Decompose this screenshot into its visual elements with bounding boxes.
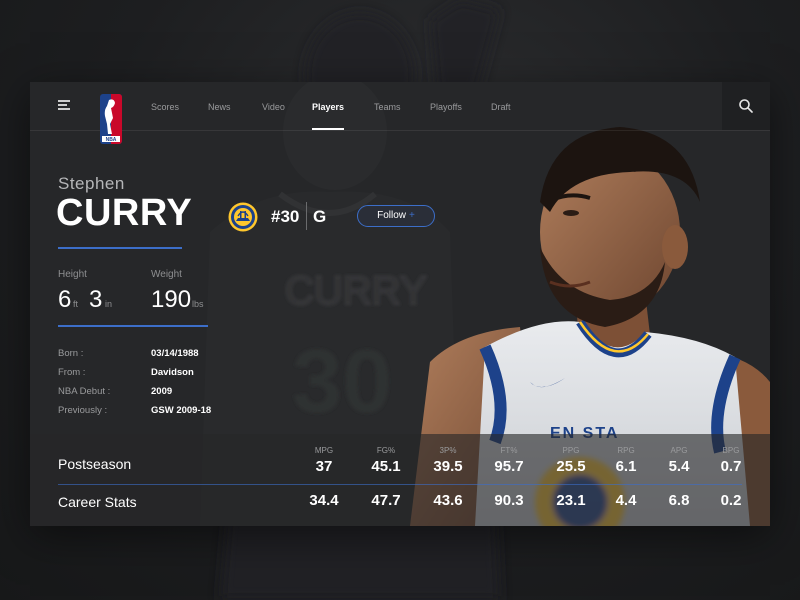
previously-label: Previously : bbox=[58, 405, 108, 416]
nba-debut-value: 2009 bbox=[151, 386, 173, 397]
postseason-3p: 39.5 bbox=[433, 458, 463, 475]
career-apg: 6.8 bbox=[668, 492, 690, 509]
nav-players[interactable]: Players bbox=[312, 102, 344, 112]
stat-header-apg: APG bbox=[670, 446, 688, 455]
search-button[interactable] bbox=[722, 82, 770, 130]
plus-icon: + bbox=[409, 210, 415, 221]
born-value: 03/14/1988 bbox=[151, 348, 199, 359]
name-underline bbox=[58, 247, 182, 249]
stats-row-label-postseason: Postseason bbox=[58, 456, 132, 472]
follow-label: Follow bbox=[377, 210, 407, 221]
height-inches: 3 bbox=[89, 286, 103, 313]
player-first-name: Stephen bbox=[58, 174, 125, 193]
top-navbar: NBA Scores News Video Players Teams Play… bbox=[30, 82, 770, 144]
stats-row-divider bbox=[58, 484, 742, 485]
weight-value: 190 bbox=[151, 286, 192, 313]
height-inches-unit: in bbox=[105, 299, 113, 309]
nav-scores[interactable]: Scores bbox=[151, 102, 179, 112]
born-label: Born : bbox=[58, 348, 84, 359]
nav-video[interactable]: Video bbox=[262, 102, 285, 112]
warriors-badge-icon[interactable] bbox=[228, 202, 258, 232]
player-position: G bbox=[313, 207, 327, 226]
weight-label: Weight bbox=[151, 269, 182, 280]
from-label: From : bbox=[58, 367, 86, 378]
postseason-fg: 45.1 bbox=[371, 458, 401, 475]
career-ft: 90.3 bbox=[494, 492, 524, 509]
career-ppg: 23.1 bbox=[556, 492, 586, 509]
postseason-mpg: 37 bbox=[315, 458, 333, 475]
postseason-apg: 5.4 bbox=[668, 458, 690, 475]
player-last-name: CURRY bbox=[56, 192, 193, 234]
postseason-ft: 95.7 bbox=[494, 458, 524, 475]
stat-header-3p: 3P% bbox=[439, 446, 457, 455]
stat-header-mpg: MPG bbox=[314, 446, 334, 455]
stat-header-ft: FT% bbox=[500, 446, 518, 455]
menu-icon[interactable] bbox=[58, 100, 70, 110]
height-feet: 6 bbox=[58, 286, 72, 313]
nav-news[interactable]: News bbox=[208, 102, 231, 112]
career-3p: 43.6 bbox=[433, 492, 463, 509]
career-mpg: 34.4 bbox=[309, 492, 339, 509]
career-rpg: 4.4 bbox=[615, 492, 637, 509]
nav-draft[interactable]: Draft bbox=[491, 102, 511, 112]
height-feet-unit: ft bbox=[73, 299, 79, 309]
nav-playoffs[interactable]: Playoffs bbox=[430, 102, 462, 112]
postseason-rpg: 6.1 bbox=[615, 458, 637, 475]
from-value: Davidson bbox=[151, 367, 194, 378]
nav-teams[interactable]: Teams bbox=[374, 102, 401, 112]
nba-logo[interactable]: NBA bbox=[100, 94, 122, 144]
career-fg: 47.7 bbox=[371, 492, 401, 509]
follow-button[interactable]: Follow + bbox=[357, 205, 435, 227]
stat-header-rpg: RPG bbox=[617, 446, 635, 455]
player-card: CURRY 30 EN STA bbox=[30, 82, 770, 526]
search-icon bbox=[739, 99, 753, 113]
stat-header-fg: FG% bbox=[376, 446, 396, 455]
jersey-number-print: 30 bbox=[292, 332, 392, 432]
weight-unit: lbs bbox=[192, 299, 204, 309]
jersey-position-divider bbox=[306, 202, 307, 230]
previously-value: GSW 2009-18 bbox=[151, 405, 212, 416]
measurements-underline bbox=[58, 325, 208, 327]
height-label: Height bbox=[58, 269, 87, 280]
stats-row-label-career: Career Stats bbox=[58, 494, 137, 510]
nba-logo-text: NBA bbox=[106, 137, 117, 143]
nba-debut-label: NBA Debut : bbox=[58, 386, 111, 397]
career-bpg: 0.2 bbox=[720, 492, 742, 509]
stat-header-ppg: PPG bbox=[562, 446, 580, 455]
postseason-ppg: 25.5 bbox=[556, 458, 586, 475]
jersey-number: #30 bbox=[271, 207, 300, 226]
stat-header-bpg: BPG bbox=[722, 446, 740, 455]
active-tab-indicator bbox=[312, 128, 344, 130]
postseason-bpg: 0.7 bbox=[720, 458, 742, 475]
